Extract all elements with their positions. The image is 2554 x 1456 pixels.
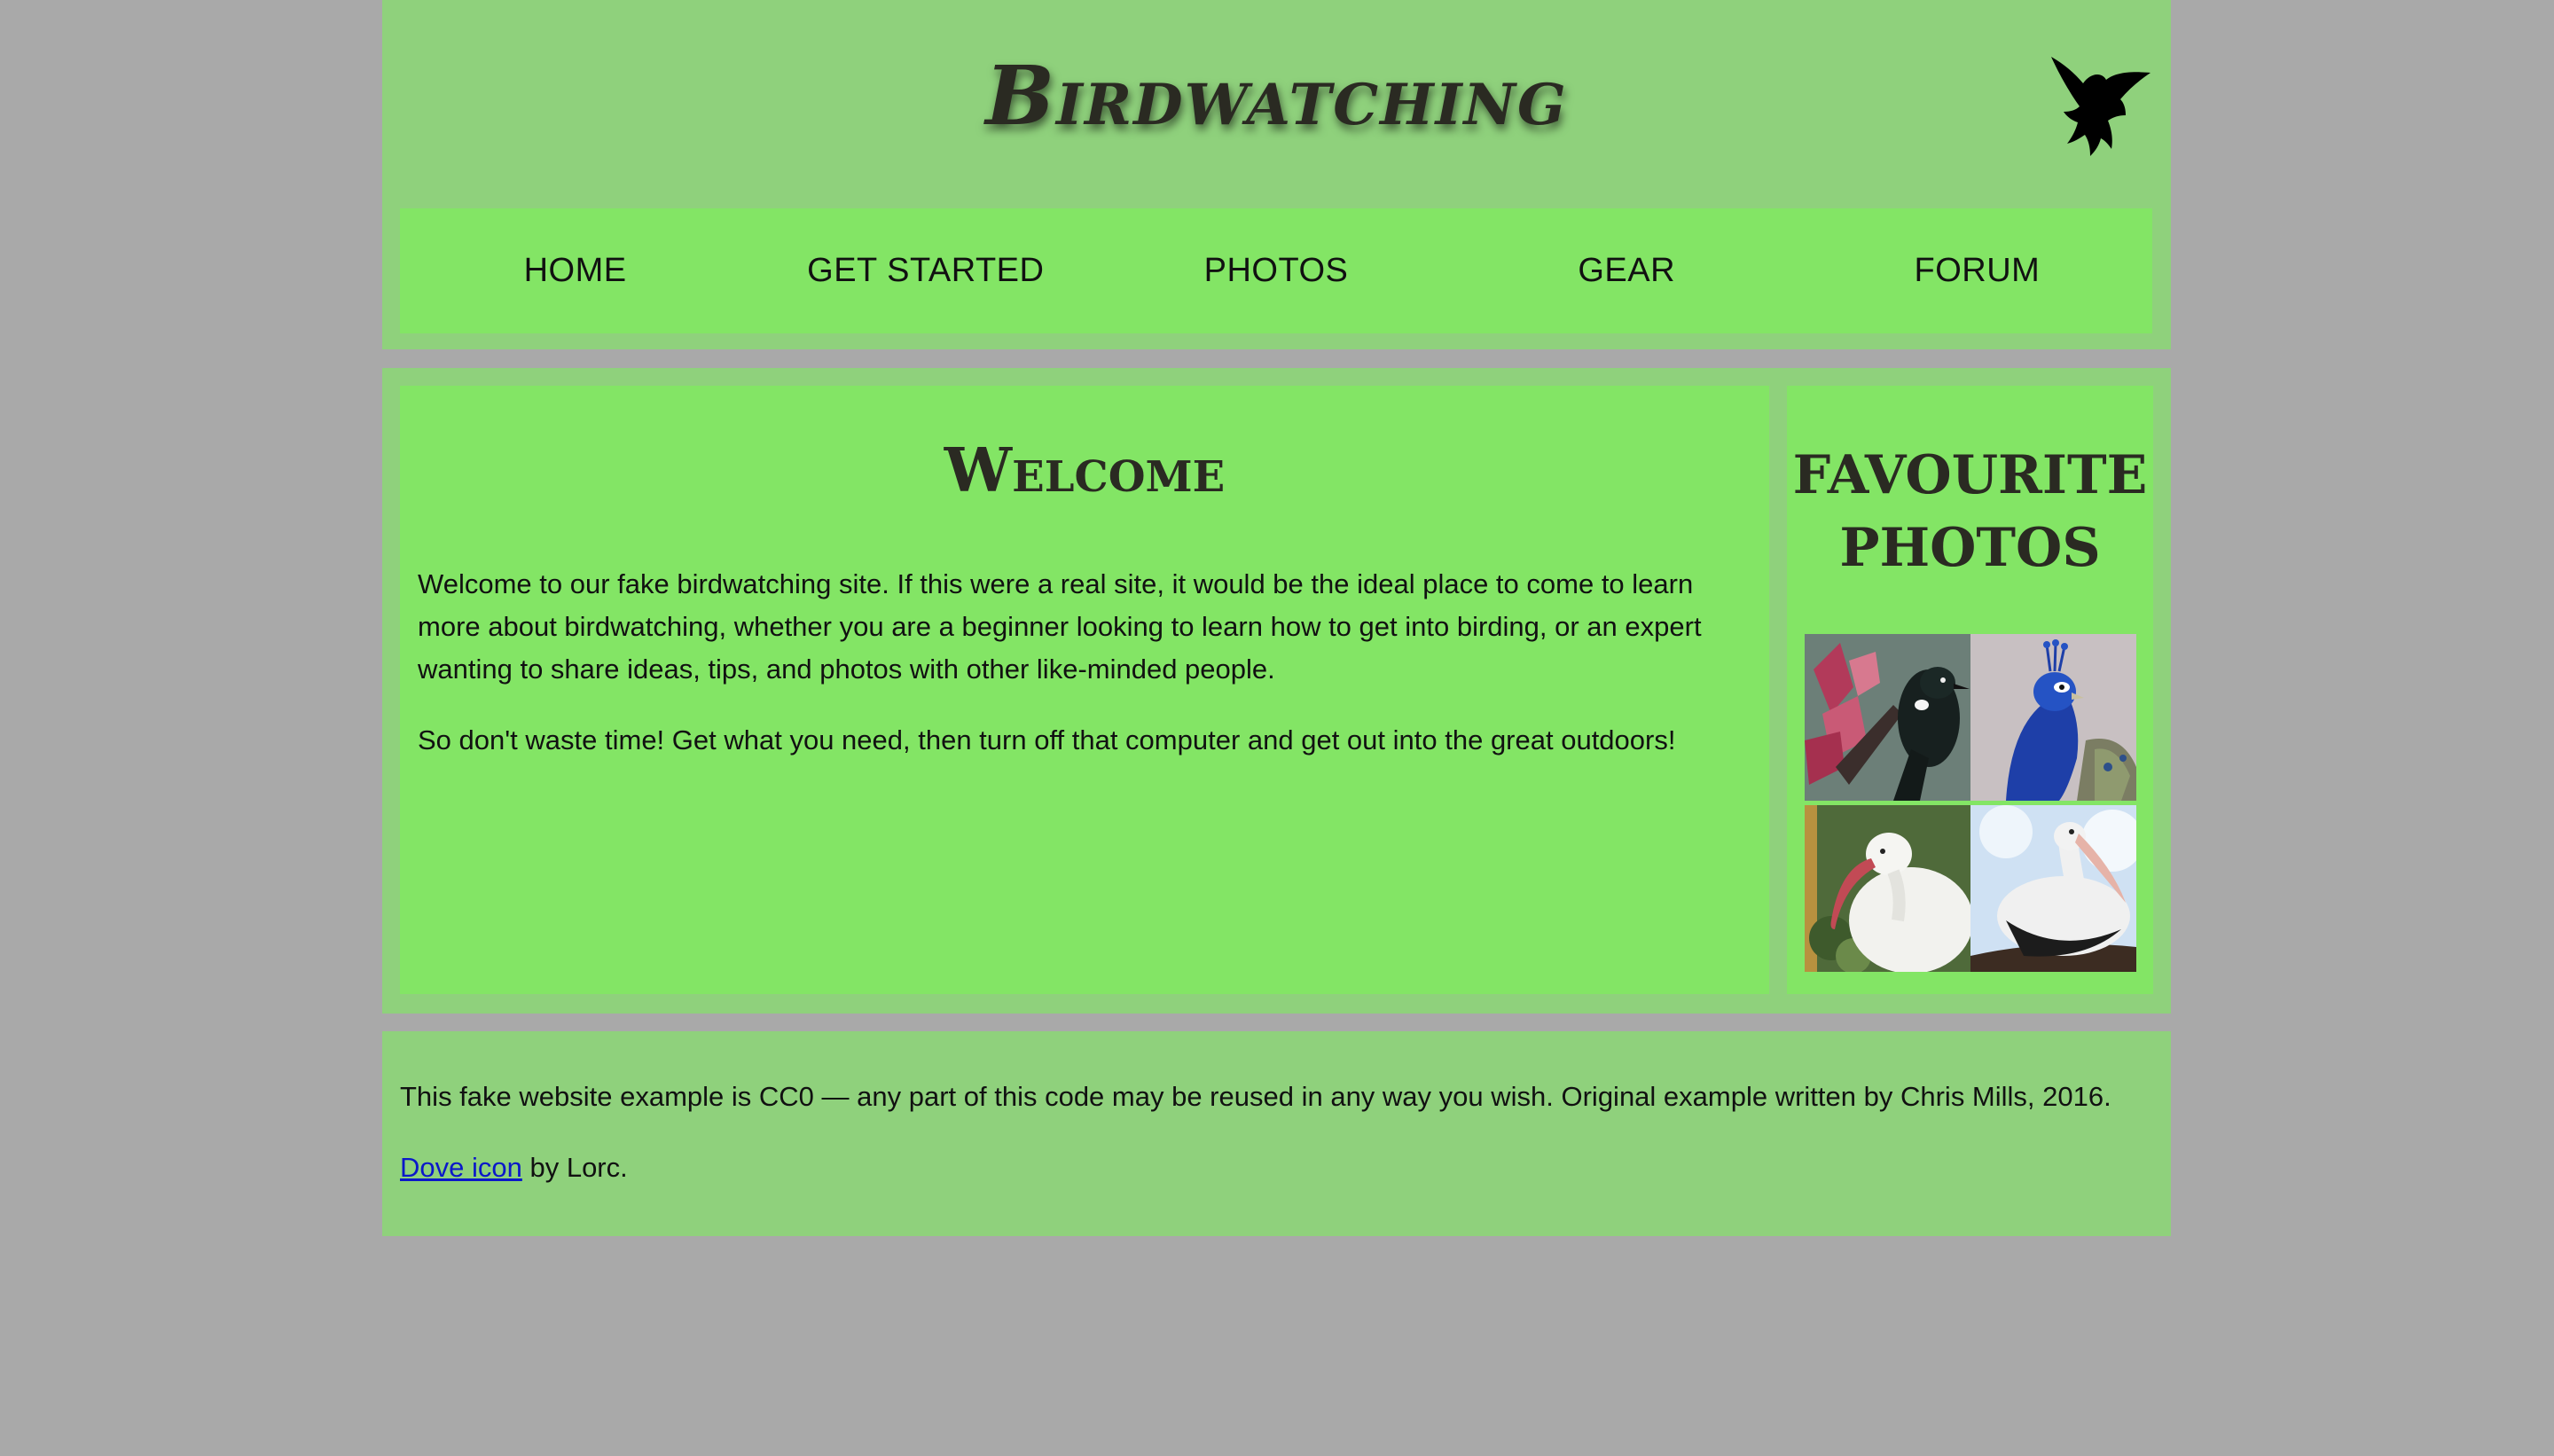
photo-tui[interactable]: [1805, 634, 1970, 801]
license-text: This fake website example is CC0 — any p…: [400, 1081, 2111, 1112]
nav-photos[interactable]: PHOTOS: [1101, 208, 1451, 333]
favourite-photos-heading: Favourite photos: [1792, 444, 2148, 579]
welcome-heading: Welcome: [944, 435, 1226, 506]
photo-peacock[interactable]: [1970, 634, 2136, 801]
dove-icon: [2051, 57, 2151, 156]
nav-forum[interactable]: FORUM: [1802, 208, 2152, 333]
credit-line: Dove icon by Lorc.: [400, 1152, 2156, 1184]
welcome-paragraph-2: So don't waste time! Get what you need, …: [418, 724, 1676, 755]
nav-get-started[interactable]: GET STARTED: [750, 208, 1101, 333]
welcome-article: Welcome Welcome to our fake birdwatching…: [400, 386, 1769, 994]
photo-pelican[interactable]: [1970, 805, 2136, 972]
credit-suffix: by Lorc.: [521, 1152, 628, 1183]
photo-grid: [1805, 634, 2136, 976]
nav-gear[interactable]: GEAR: [1452, 208, 1802, 333]
site-footer: This fake website example is CC0 — any p…: [382, 1031, 2171, 1236]
site-title: Birdwatching: [985, 48, 1568, 144]
photo-ibis[interactable]: [1805, 805, 1970, 972]
site-header: Birdwatching HOME GET STARTED PHOTOS GEA…: [382, 0, 2171, 349]
favourite-photos-sidebar: Favourite photos: [1787, 386, 2153, 994]
main-nav: HOME GET STARTED PHOTOS GEAR FORUM: [400, 208, 2152, 333]
main-content: Welcome Welcome to our fake birdwatching…: [382, 368, 2171, 1014]
dove-icon-credit-link[interactable]: Dove icon: [400, 1152, 522, 1183]
nav-home[interactable]: HOME: [400, 208, 750, 333]
welcome-paragraph-1: Welcome to our fake birdwatching site. I…: [418, 568, 1702, 685]
